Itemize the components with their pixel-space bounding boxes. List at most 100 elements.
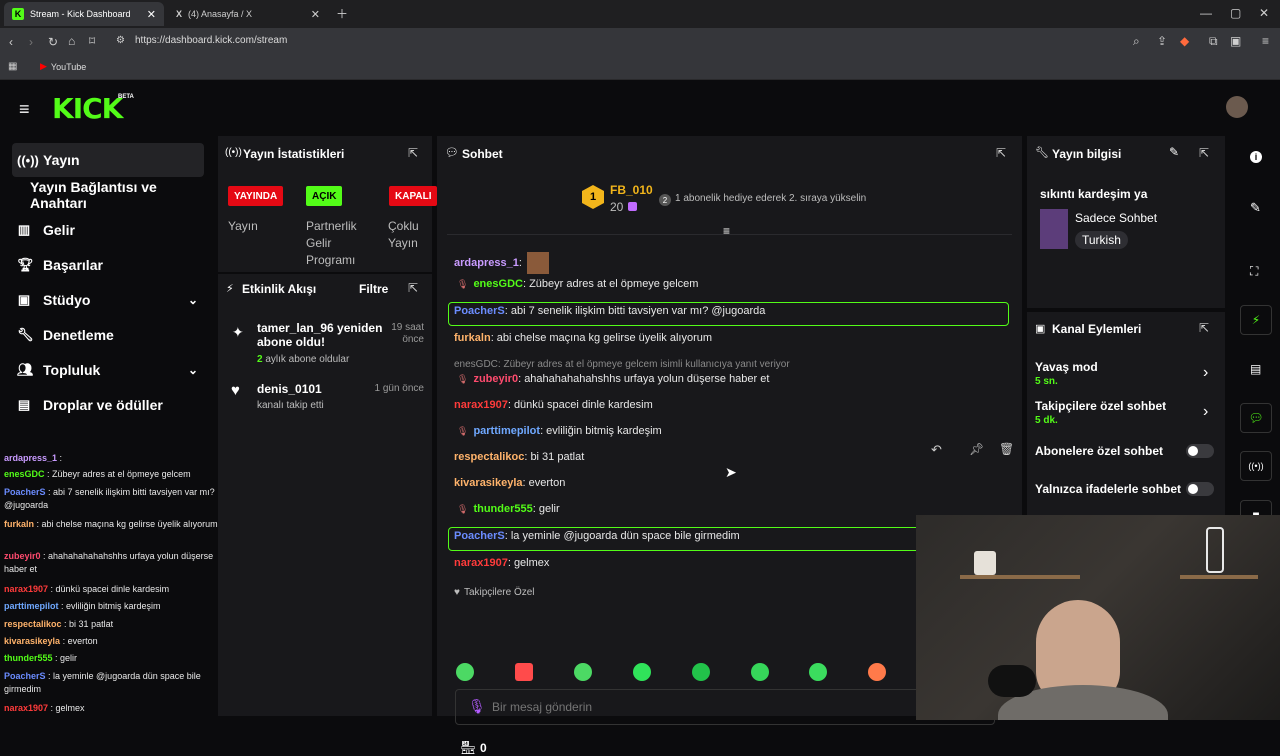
emote-icon[interactable] [751,663,769,681]
info-icon[interactable]: i [1250,151,1262,163]
chevron-right-icon[interactable]: › [1203,364,1208,382]
edit-icon[interactable]: ✎ [1169,145,1179,159]
popout-icon[interactable]: ⇱ [996,146,1006,160]
close-tab-icon[interactable]: ✕ [311,8,320,21]
chat-username[interactable]: ardapress_1 [4,453,57,463]
zoom-icon[interactable]: ⌕ [1133,34,1140,48]
tab-kick-dashboard[interactable]: K Stream - Kick Dashboard ✕ [4,2,164,26]
chat-message-input[interactable] [492,694,912,720]
chat-username[interactable]: thunder555 [4,653,53,663]
lightning-icon[interactable]: ⚡︎ [1240,305,1272,335]
chat-username[interactable]: furkaln [4,519,34,529]
chat-username[interactable]: zubeyir0 [473,373,518,385]
studio-icon: ▣ [17,292,31,307]
emote-icon[interactable] [809,663,827,681]
emote-icon[interactable] [692,663,710,681]
side-chat-message: parttimepilot : evliliğin bitmiş kardeşi… [4,600,218,613]
share-icon[interactable]: ⇪ [1157,34,1167,48]
emote-icon[interactable] [633,663,651,681]
chat-username[interactable]: narax1907 [4,703,48,713]
chat-username[interactable]: parttimepilot [473,425,540,437]
chat-username[interactable]: ardapress_1 [454,257,519,269]
forward-icon[interactable]: › [29,35,33,49]
sidebar-item-studyo[interactable]: ▣ Stüdyo ⌄ [12,283,204,317]
chat-bubble-icon[interactable]: 💬︎ [1240,403,1272,433]
menu-icon[interactable]: ≡ [1262,34,1269,48]
reply-icon[interactable]: ↶ [931,442,942,458]
apps-grid-icon[interactable]: ▦ [8,60,17,74]
chat-username[interactable]: furkaln [454,332,491,344]
url-field[interactable]: https://dashboard.kick.com/stream [135,35,287,46]
chat-username[interactable]: enesGDC [4,469,45,479]
chat-username[interactable]: PoacherS [4,671,46,681]
broadcast-icon[interactable]: ((•)) [1240,451,1272,481]
avatar[interactable] [1226,96,1248,118]
popout-icon[interactable]: ⇱ [1199,321,1209,335]
back-icon[interactable]: ‹ [9,35,13,49]
new-tab-icon[interactable]: ＋ [336,7,348,21]
chat-username[interactable]: respectalikoc [454,451,524,463]
minimize-icon[interactable]: — [1200,6,1212,20]
pin-icon[interactable]: 📌︎ [969,442,984,456]
home-icon[interactable]: ⌂ [68,34,75,48]
sidebar-item-yayin[interactable]: ((•)) Yayın [12,143,204,177]
chat-username[interactable]: thunder555 [473,503,532,515]
sidebar-item-basarilar[interactable]: 🏆︎ Başarılar [12,248,204,282]
popout-icon[interactable]: ⇱ [408,281,418,295]
emote-icon[interactable] [574,663,592,681]
tab-x[interactable]: X (4) Anasayfa / X ✕ [168,2,328,26]
pencil-icon[interactable]: ✎ [1250,200,1261,216]
extensions-icon[interactable]: ⧉ [1209,34,1218,48]
subscribers-only-toggle[interactable] [1186,444,1214,458]
emote-icon[interactable] [456,663,474,681]
emote-icon[interactable] [868,663,886,681]
chevron-right-icon[interactable]: › [1203,403,1208,421]
filter-button[interactable]: Filtre [359,282,388,296]
chat-username[interactable]: respectalikoc [4,619,62,629]
chat-username[interactable]: narax1907 [4,584,48,594]
popout-icon[interactable]: ⇱ [408,146,418,160]
chat-username[interactable]: PoacherS [454,530,505,542]
popout-icon[interactable]: ⇱ [1199,146,1209,160]
chat-username[interactable]: PoacherS [4,487,46,497]
kick-logo[interactable]: KICK [52,92,123,125]
chat-username[interactable]: PoacherS [454,305,505,317]
sidebar-toggle-icon[interactable]: ▣ [1230,34,1241,48]
emote-icon[interactable] [515,663,533,681]
microphone-icon[interactable]: 🎙︎ [468,698,486,715]
reload-icon[interactable]: ↻ [48,35,58,49]
chat-username[interactable]: parttimepilot [4,601,59,611]
sidebar-item-stream-key[interactable]: Yayın Bağlantısı ve Anahtarı [12,178,204,212]
bookmark-youtube[interactable]: ▶ YouTube [40,61,86,72]
chat-username[interactable]: zubeyir0 [4,551,41,561]
sidebar-item-gelir[interactable]: ▥ Gelir [12,213,204,247]
top-gifter-name[interactable]: FB_010 [610,183,653,197]
category-name[interactable]: Sadece Sohbet [1075,211,1157,225]
chat-username[interactable]: kivarasikeyla [454,477,523,489]
bookmark-icon[interactable]: ⌑ [89,34,95,48]
close-window-icon[interactable]: ✕ [1259,6,1269,20]
neon-sign [1206,527,1224,573]
close-tab-icon[interactable]: ✕ [147,8,156,21]
fullscreen-icon[interactable]: ⛶ [1250,264,1258,279]
document-icon[interactable]: ▤ [1250,362,1261,376]
chat-username[interactable]: narax1907 [454,399,508,411]
hamburger-menu-icon[interactable]: ≡ [19,99,30,120]
chat-mode-indicator: ♥ Takipçilere Özel [454,587,535,598]
chat-username[interactable]: enesGDC [473,278,523,290]
chat-username[interactable]: kivarasikeyla [4,636,60,646]
sidebar-item-topluluk[interactable]: 👥︎ Topluluk ⌄ [12,353,204,387]
sidebar-item-droplar[interactable]: ▤ Droplar ve ödüller [12,388,204,422]
site-info-icon[interactable]: ⚙ [116,34,125,48]
trash-icon[interactable]: 🗑︎ [999,442,1014,456]
sidebar-item-denetleme[interactable]: 🔧︎ Denetleme [12,318,204,352]
emote-only-toggle[interactable] [1186,482,1214,496]
maximize-icon[interactable]: ▢ [1230,6,1241,20]
action-slow-mode[interactable]: Yavaş mod [1035,360,1098,374]
action-followers-only[interactable]: Takipçilere özel sohbet [1035,399,1166,413]
action-slow-mode-value: 5 sn. [1035,376,1058,387]
chat-username[interactable]: narax1907 [454,557,508,569]
brave-shield-icon[interactable]: ◆ [1180,34,1189,48]
collapse-icon[interactable]: ≡ [723,224,730,238]
store-icon[interactable]: 🏪︎ [460,740,477,756]
